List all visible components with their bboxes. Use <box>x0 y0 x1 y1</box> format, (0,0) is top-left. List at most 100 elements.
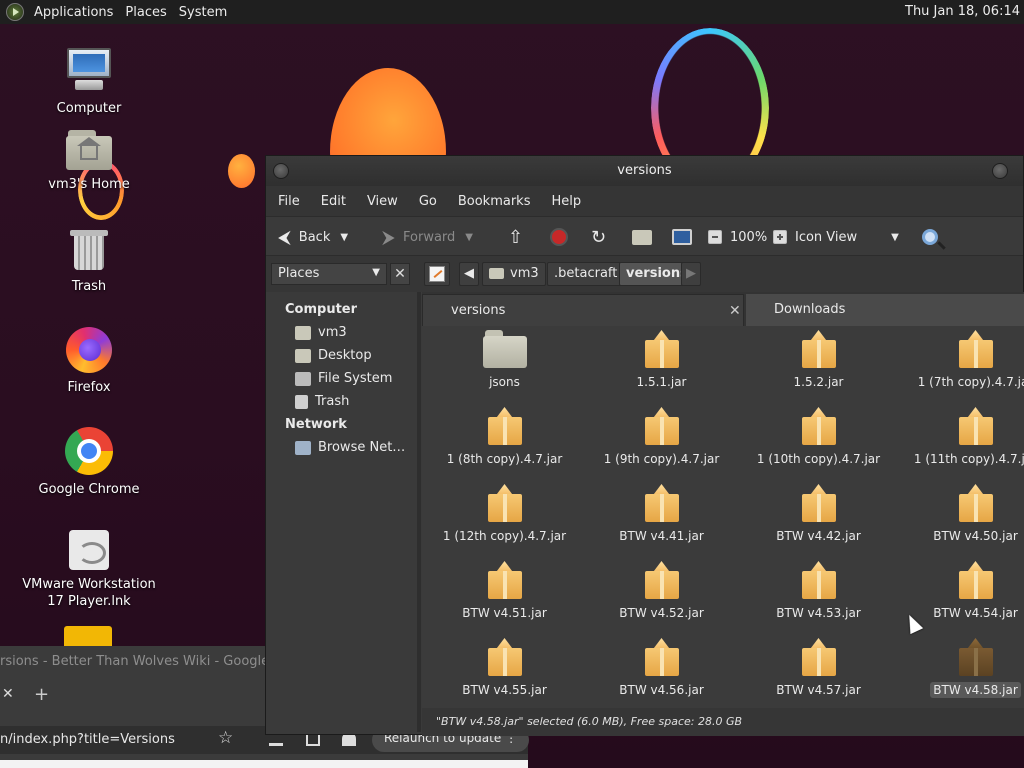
file-item-jar[interactable]: 1.5.1.jar <box>583 330 740 390</box>
file-name-label: BTW v4.54.jar <box>933 606 1018 620</box>
desktop-icon-label-line1: VMware Workstation <box>22 577 156 592</box>
network-icon <box>295 440 311 455</box>
file-item-jar[interactable]: 1 (9th copy).4.7.jar <box>583 407 740 467</box>
zoom-out-icon[interactable] <box>708 230 722 244</box>
panel-menu-applications[interactable]: Applications <box>34 5 113 20</box>
breadcrumb-betacraft[interactable]: .betacraft <box>547 262 625 286</box>
file-icon-view[interactable]: jsons 1.5.1.jar 1.5.2.jar 1 (7th copy).4.7.… <box>422 326 1024 708</box>
menu-edit[interactable]: Edit <box>321 194 346 209</box>
desktop-folder-icon <box>295 348 311 363</box>
back-button[interactable]: ⮜ Back ▼ <box>278 225 348 249</box>
firefox-icon <box>66 327 112 373</box>
file-item-jar[interactable]: 1 (10th copy).4.7.jar <box>740 407 897 467</box>
file-name-label: 1.5.1.jar <box>636 375 687 389</box>
tab-strip: versions ✕ Downloads <box>422 292 1024 326</box>
file-item-jar[interactable]: BTW v4.41.jar <box>583 484 740 544</box>
panel-menu-system[interactable]: System <box>179 5 227 20</box>
desktop-icon-trash[interactable]: Trash <box>14 228 164 295</box>
file-item-jar[interactable]: 1 (12th copy).4.7.jar <box>426 484 583 544</box>
close-side-pane-button[interactable]: ✕ <box>390 263 410 285</box>
stop-button[interactable] <box>550 225 568 249</box>
close-tab-icon[interactable]: ✕ <box>729 295 741 327</box>
tab-downloads[interactable]: Downloads <box>746 294 1024 326</box>
search-icon <box>922 229 938 245</box>
breadcrumb-label: .betacraft <box>554 266 618 281</box>
chrome-url-text[interactable]: n/index.php?title=Versions <box>0 732 175 747</box>
view-mode-select[interactable]: Icon View ▼ <box>773 225 899 249</box>
jar-archive-icon <box>487 561 522 599</box>
breadcrumb-scroll-left[interactable]: ◀ <box>459 262 479 286</box>
file-item-jar[interactable]: BTW v4.50.jar <box>897 484 1024 544</box>
desktop-icon-chrome[interactable]: Google Chrome <box>14 427 164 498</box>
tab-label: versions <box>451 303 506 318</box>
jar-archive-icon <box>644 484 679 522</box>
file-name-label: 1 (12th copy).4.7.jar <box>442 529 567 543</box>
file-item-jar[interactable]: BTW v4.57.jar <box>740 638 897 698</box>
file-item-jar[interactable]: BTW v4.53.jar <box>740 561 897 621</box>
back-history-chevron-icon[interactable]: ▼ <box>340 232 348 243</box>
window-titlebar[interactable]: versions <box>266 156 1023 186</box>
view-mode-chevron-icon: ▼ <box>891 231 899 243</box>
reload-button[interactable]: ↻ <box>591 225 614 249</box>
file-name-label: BTW v4.56.jar <box>619 683 704 697</box>
panel-menu-places[interactable]: Places <box>125 5 166 20</box>
panel-clock[interactable]: Thu Jan 18, 06:14 <box>905 4 1020 19</box>
chrome-tab-close-icon[interactable]: ✕ <box>2 686 14 702</box>
file-item-jar[interactable]: 1 (7th copy).4.7.jar <box>897 330 1024 390</box>
search-button[interactable] <box>922 225 938 249</box>
zoom-level[interactable]: 100% <box>730 230 767 245</box>
side-pane-select[interactable]: Places ▼ <box>271 263 387 285</box>
file-name-label: 1 (7th copy).4.7.jar <box>917 375 1024 389</box>
menu-file[interactable]: File <box>278 194 300 209</box>
sidebar-item-browse-network[interactable]: Browse Net… <box>295 440 405 455</box>
menu-view[interactable]: View <box>367 194 398 209</box>
menu-help[interactable]: Help <box>551 194 581 209</box>
forward-button[interactable]: ⮞ Forward ▼ <box>382 225 473 249</box>
chrome-new-tab-icon[interactable]: + <box>34 684 49 705</box>
file-item-jar[interactable]: BTW v4.52.jar <box>583 561 740 621</box>
desktop-icon-computer[interactable]: Computer <box>14 46 164 117</box>
mate-menu-logo-icon[interactable] <box>6 3 24 21</box>
desktop-icon-firefox[interactable]: Firefox <box>14 327 164 396</box>
pane-divider[interactable] <box>417 292 421 732</box>
file-item-jar[interactable]: BTW v4.51.jar <box>426 561 583 621</box>
toggle-location-entry-button[interactable] <box>424 262 450 286</box>
desktop-icon-label: Trash <box>71 279 107 294</box>
sidebar-item-file-system[interactable]: File System <box>295 371 392 386</box>
sidebar-heading-computer: Computer <box>285 302 358 317</box>
file-item-folder[interactable]: jsons <box>426 330 583 390</box>
reload-icon: ↻ <box>591 226 607 248</box>
home-folder-icon <box>632 229 652 245</box>
file-item-jar[interactable]: 1 (11th copy).4.7.jar <box>897 407 1024 467</box>
home-button[interactable] <box>632 225 652 249</box>
file-item-jar[interactable]: BTW v4.42.jar <box>740 484 897 544</box>
desktop-icon-home[interactable]: vm3's Home <box>14 130 164 193</box>
file-item-jar[interactable]: BTW v4.56.jar <box>583 638 740 698</box>
desktop-icon-vmware[interactable]: VMware Workstation 17 Player.lnk <box>14 530 164 610</box>
file-item-jar[interactable]: 1.5.2.jar <box>740 330 897 390</box>
breadcrumb-vm3[interactable]: vm3 <box>482 262 546 286</box>
menu-bookmarks[interactable]: Bookmarks <box>458 194 531 209</box>
window-minimize-icon[interactable] <box>992 163 1008 179</box>
home-folder-icon <box>295 325 311 340</box>
menubar: File Edit View Go Bookmarks Help <box>266 186 1023 216</box>
sidebar-item-desktop[interactable]: Desktop <box>295 348 372 363</box>
sidebar-item-trash[interactable]: Trash <box>295 394 349 409</box>
forward-history-chevron-icon[interactable]: ▼ <box>465 232 473 243</box>
jar-archive-icon <box>644 407 679 445</box>
sidebar-item-vm3[interactable]: vm3 <box>295 325 347 340</box>
file-item-jar[interactable]: 1 (8th copy).4.7.jar <box>426 407 583 467</box>
zoom-in-icon[interactable] <box>773 230 787 244</box>
bookmark-star-icon[interactable]: ☆ <box>218 728 233 748</box>
home-folder-icon <box>66 130 112 170</box>
file-item-jar[interactable]: BTW v4.55.jar <box>426 638 583 698</box>
breadcrumb-scroll-right[interactable]: ▶ <box>681 262 701 286</box>
file-item-jar[interactable]: BTW v4.58.jar <box>897 638 1024 698</box>
tab-versions[interactable]: versions ✕ <box>422 294 744 326</box>
menu-go[interactable]: Go <box>419 194 437 209</box>
window-menu-icon[interactable] <box>273 163 289 179</box>
desktop-icon-label: Google Chrome <box>38 482 140 497</box>
up-button[interactable]: ⇧ <box>508 225 531 249</box>
desktop-icon-partial[interactable] <box>64 626 112 648</box>
computer-button[interactable] <box>672 225 692 249</box>
